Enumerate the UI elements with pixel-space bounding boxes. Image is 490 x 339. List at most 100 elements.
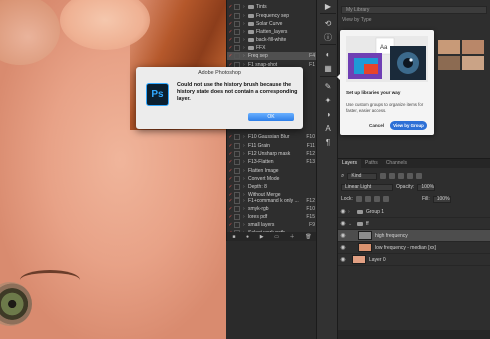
clone-source-icon[interactable]: ✦ [322,94,334,106]
action-item[interactable]: ✓ › Frequency sep [227,12,317,20]
view-by-type[interactable]: View by Type [342,17,372,23]
brush-icon[interactable]: ✎ [322,80,334,92]
check-icon[interactable]: ✓ [227,214,234,220]
action-item[interactable]: ✓ › lores pdf F15 [227,213,317,221]
trash-icon[interactable]: 🗑 [305,234,311,240]
check-icon[interactable]: ✓ [227,206,234,212]
action-item[interactable]: ✓ › F1+command k only ... F12 [227,197,317,205]
check-icon[interactable]: ✓ [227,21,234,27]
library-swatch[interactable] [462,40,484,54]
dialog-toggle-icon[interactable] [234,206,240,212]
color-icon[interactable]: ◐ [322,48,334,60]
visibility-eye-icon[interactable]: ◉ [338,232,348,239]
dialog-toggle-icon[interactable] [234,21,240,27]
folder-icon[interactable]: ▭ [274,234,279,240]
view-by-group-button[interactable]: View by Group [390,121,427,130]
lock-position-icon[interactable] [373,196,380,202]
record-icon[interactable]: ● [246,234,249,240]
check-icon[interactable]: ✓ [227,184,234,190]
tab-layers[interactable]: Layers [338,159,362,168]
dialog-toggle-icon[interactable] [234,4,240,10]
dialog-toggle-icon[interactable] [234,13,240,19]
dialog-toggle-icon[interactable] [234,37,240,43]
chevron-right-icon[interactable]: › [348,209,354,215]
action-item[interactable]: ✓ › F12 Unsharp mask F12 [227,150,317,158]
history-icon[interactable]: ⟲ [322,17,334,29]
document-canvas[interactable] [0,0,226,339]
filter-smart-object-icon[interactable] [416,173,423,179]
action-item[interactable]: ✓ › Convert Mode [227,175,317,183]
ok-button[interactable]: OK [248,113,294,121]
dialog-toggle-icon[interactable] [234,222,240,228]
layer-row[interactable]: ◉ ⌄ ff [338,218,490,230]
action-item[interactable]: ✓ › Flatten_layers [227,28,317,36]
filter-shape-icon[interactable] [407,173,414,179]
dialog-toggle-icon[interactable] [234,214,240,220]
dialog-toggle-icon[interactable] [234,198,240,204]
library-selector[interactable]: My Library [341,6,487,14]
layer-row[interactable]: ◉ low frequency - median [xx] [338,242,490,254]
filter-pixel-icon[interactable] [380,173,387,179]
paragraph-icon[interactable]: ¶ [322,136,334,148]
check-icon[interactable]: ✓ [227,53,234,59]
dialog-toggle-icon[interactable] [234,53,240,59]
layer-row-selected[interactable]: ◉ high frequency [338,230,490,242]
action-item[interactable]: ✓ › Freq sep F4 [227,52,317,60]
library-swatch[interactable] [438,40,460,54]
blend-mode-select[interactable]: Linear Light [341,183,393,191]
visibility-eye-icon[interactable]: ◉ [338,244,348,251]
action-item[interactable]: ✓ › F13-Flatten F13 [227,158,317,166]
check-icon[interactable]: ✓ [227,159,234,165]
info-icon[interactable]: ⓘ [322,31,334,43]
dialog-toggle-icon[interactable] [234,45,240,51]
chevron-down-icon[interactable]: ⌄ [348,221,354,227]
play-icon[interactable]: ▶ [260,234,264,240]
new-action-icon[interactable]: ＋ [290,233,295,240]
check-icon[interactable]: ✓ [227,143,234,149]
swatches-icon[interactable]: ▦ [322,62,334,74]
action-item[interactable]: ✓ › FFX [227,44,317,52]
action-item[interactable]: ✓ › F10 Gaussian Blur F10 [227,133,317,141]
filter-adjustment-icon[interactable] [389,173,396,179]
dialog-toggle-icon[interactable] [234,176,240,182]
action-item[interactable]: ✓ › smyk-rgb F10 [227,205,317,213]
check-icon[interactable]: ✓ [227,198,234,204]
dialog-toggle-icon[interactable] [234,134,240,140]
library-swatch[interactable] [462,56,484,70]
action-item[interactable]: ✓ › Flatten Image [227,167,317,175]
action-item[interactable]: ✓ › Tints [227,3,317,11]
tab-paths[interactable]: Paths [361,159,382,168]
fill-input[interactable]: 100% [432,195,451,203]
visibility-eye-icon[interactable]: ◉ [338,220,348,227]
visibility-eye-icon[interactable]: ◉ [338,256,348,263]
adjustments-icon[interactable]: ◑ [322,108,334,120]
dialog-toggle-icon[interactable] [234,168,240,174]
lock-all-icon[interactable] [382,196,389,202]
library-swatch[interactable] [438,56,460,70]
check-icon[interactable]: ✓ [227,13,234,19]
action-item[interactable]: ✓ › back-fill-white [227,36,317,44]
kind-filter-select[interactable]: Kind [347,172,378,180]
opacity-input[interactable]: 100% [417,183,436,191]
check-icon[interactable]: ✓ [227,222,234,228]
play-icon[interactable]: ▶ [322,0,334,12]
action-item[interactable]: ✓ › F11 Grain F11 [227,142,317,150]
character-icon[interactable]: A [322,122,334,134]
check-icon[interactable]: ✓ [227,176,234,182]
action-item[interactable]: ✓ › Solar Curve [227,20,317,28]
check-icon[interactable]: ✓ [227,37,234,43]
check-icon[interactable]: ✓ [227,151,234,157]
visibility-eye-icon[interactable]: ◉ [338,208,348,215]
check-icon[interactable]: ✓ [227,29,234,35]
stop-icon[interactable]: ■ [232,234,235,240]
cancel-button[interactable]: Cancel [369,123,384,128]
check-icon[interactable]: ✓ [227,45,234,51]
dialog-toggle-icon[interactable] [234,151,240,157]
layer-row[interactable]: ◉ Layer 0 [338,254,490,266]
dialog-toggle-icon[interactable] [234,29,240,35]
check-icon[interactable]: ✓ [227,4,234,10]
action-item[interactable]: ✓ › small layers F9 [227,221,317,229]
lock-image-icon[interactable] [364,196,371,202]
lock-transparent-icon[interactable] [355,196,362,202]
action-item[interactable]: ✓ › Depth: 8 [227,183,317,191]
